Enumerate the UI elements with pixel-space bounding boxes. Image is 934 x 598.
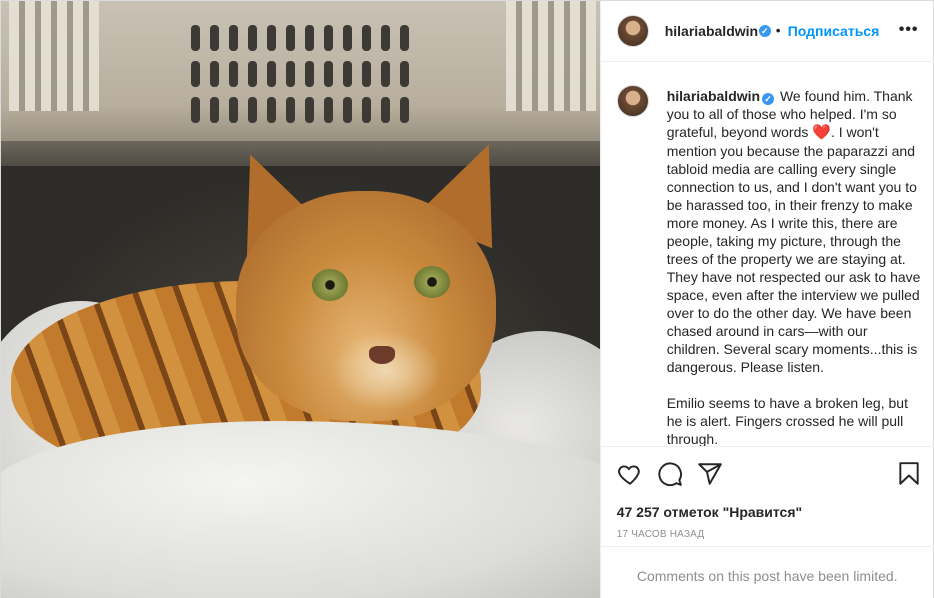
carrier-vents xyxy=(191,61,409,87)
cat-muzzle xyxy=(331,331,441,411)
bookmark-icon[interactable] xyxy=(896,461,922,487)
comment-icon[interactable] xyxy=(657,461,683,487)
post-header: hilariabaldwin ✓ • Подписаться ••• xyxy=(600,1,934,62)
instagram-post: hilariabaldwin ✓ • Подписаться ••• hilar… xyxy=(0,0,934,598)
post-details-panel: hilariabaldwin ✓ • Подписаться ••• hilar… xyxy=(599,1,934,598)
avatar[interactable] xyxy=(616,15,649,47)
action-bar xyxy=(600,446,934,502)
cat-eye xyxy=(312,269,348,301)
carrier-side-vent xyxy=(9,1,99,111)
red-heart-emoji: ❤️ xyxy=(812,124,831,141)
share-icon[interactable] xyxy=(697,461,723,487)
cat-nose xyxy=(369,346,395,364)
username-link[interactable]: hilariabaldwin xyxy=(665,23,758,39)
caption-text: . I won't mention you because the papara… xyxy=(666,124,921,375)
verified-badge-icon: ✓ xyxy=(762,93,775,105)
towel xyxy=(1,421,600,598)
verified-badge-icon: ✓ xyxy=(758,25,771,37)
post-timestamp[interactable]: 17 ЧАСОВ НАЗАД xyxy=(617,529,705,540)
carrier-vents xyxy=(191,25,409,51)
carrier-side-vent xyxy=(506,1,596,111)
separator-dot: • xyxy=(775,22,781,38)
heart-icon[interactable] xyxy=(617,461,643,487)
caption-paragraph: Emilio seems to have a broken leg, but h… xyxy=(666,395,908,446)
more-options-icon[interactable]: ••• xyxy=(899,21,919,39)
comments-area[interactable]: hilariabaldwin ✓ We found him. Thank you … xyxy=(601,62,934,446)
carrier-vents xyxy=(191,97,409,123)
follow-button[interactable]: Подписаться xyxy=(788,23,880,39)
cat-eye xyxy=(414,266,450,298)
avatar[interactable] xyxy=(616,85,649,117)
carrier-top xyxy=(1,1,600,151)
likes-count[interactable]: 47 257 отметок "Нравится" xyxy=(617,504,802,520)
caption-username-link[interactable]: hilariabaldwin xyxy=(667,88,760,104)
caption: hilariabaldwin ✓ We found him. Thank you … xyxy=(667,87,922,446)
comments-limited-notice: Comments on this post have been limited. xyxy=(600,546,934,598)
post-image[interactable] xyxy=(1,1,600,598)
